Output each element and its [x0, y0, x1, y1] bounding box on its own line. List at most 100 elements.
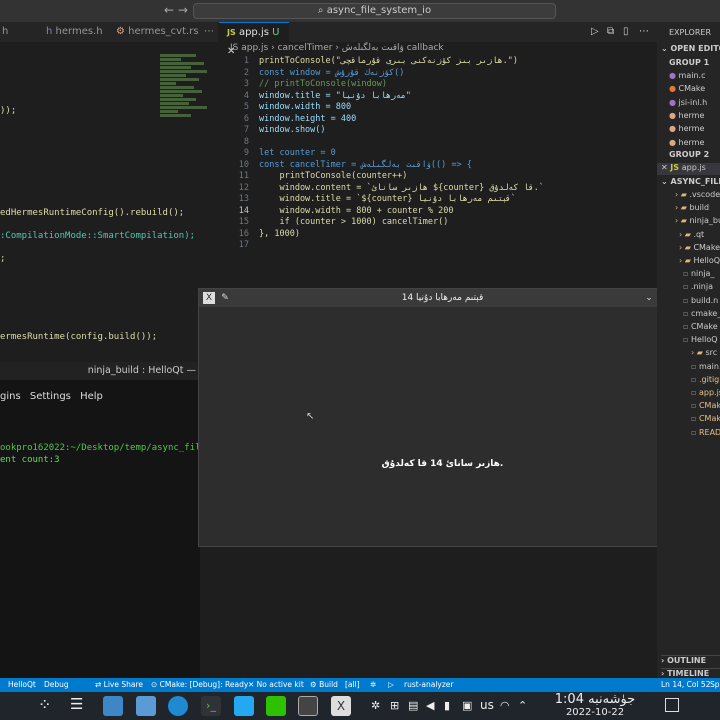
tree-file[interactable]: ▫ CMakeL — [691, 401, 720, 410]
code-line: window.content = `ھازىر سانائ ${counter}… — [259, 182, 545, 193]
tree-file[interactable]: ▫ READM — [691, 428, 720, 437]
clock-date: 2022-10-22 — [565, 707, 625, 718]
tree-file[interactable]: ▫ ninja_ — [683, 269, 714, 278]
menu-help[interactable]: Help — [80, 391, 103, 402]
menu-settings[interactable]: Settings — [30, 391, 71, 402]
terminal-icon[interactable]: ›_ — [201, 696, 221, 716]
tree-file[interactable]: ▫ cmake_ — [683, 309, 720, 318]
breadcrumb-file[interactable]: JS app.js — [230, 43, 268, 53]
line-number: 10 — [238, 159, 249, 170]
status-config[interactable]: Debug — [44, 680, 69, 689]
open-editor-item[interactable]: ● CMake — [669, 84, 705, 93]
battery-icon[interactable]: ▮ — [444, 699, 450, 712]
tree-folder[interactable]: › ▰ .vscode — [675, 190, 720, 199]
open-editor-item[interactable]: ● herme — [669, 111, 704, 120]
store-icon[interactable] — [136, 696, 156, 716]
file-icon: ● — [669, 97, 679, 107]
open-editor-app-js[interactable]: ✕ JS app.js — [657, 163, 720, 175]
project-header[interactable]: ⌄ ASYNC_FILE_SYS — [661, 177, 720, 186]
tree-folder[interactable]: › ▰ .qt — [679, 230, 704, 239]
run-icon[interactable]: ▷ — [388, 680, 394, 689]
tab-app-js[interactable]: JS app.js U ✕ — [219, 22, 289, 57]
file-icon: ● — [669, 110, 679, 120]
cursor-position[interactable]: Ln 14, Col 52 — [661, 680, 710, 689]
status-project[interactable]: HelloQt — [8, 680, 36, 689]
open-editor-item[interactable]: ● jsi-inl.h — [669, 98, 707, 107]
file-label: main.c — [678, 71, 706, 80]
tree-file[interactable]: ▫ main.c — [691, 362, 720, 371]
launcher-icon[interactable]: ⁘ — [38, 695, 51, 714]
wechat-icon[interactable] — [266, 696, 286, 716]
wifi-icon[interactable]: ◠ — [500, 699, 510, 712]
kit-status[interactable]: ✕ No active kit — [248, 680, 304, 689]
line-number: 2 — [243, 67, 249, 78]
tray-icon[interactable]: ▣ — [462, 699, 472, 712]
tree-folder[interactable]: › ▰ ninja_bu — [675, 216, 720, 225]
menu-plugins[interactable]: gins — [0, 391, 21, 402]
minimap[interactable] — [160, 54, 212, 324]
split-editor-icon[interactable]: ▯ — [623, 26, 629, 37]
folder-icon: › ▰ — [679, 256, 694, 265]
tree-folder[interactable]: › ▰ src — [691, 348, 717, 357]
build-button[interactable]: ⚙ Build — [310, 680, 338, 689]
breadcrumb-symbol[interactable]: cancelTimer — [278, 43, 333, 53]
cmake-status[interactable]: ⊙ CMake: [Debug]: Ready — [151, 680, 248, 689]
open-editor-item[interactable]: ● herme — [669, 124, 704, 133]
command-center-search[interactable]: ⌕ async_file_system_io — [193, 3, 556, 19]
monitor-icon[interactable] — [298, 696, 318, 716]
tree-file[interactable]: ▫ CMake — [683, 322, 718, 331]
tab-hermes-h[interactable]: h hermes.h — [40, 22, 109, 42]
outline-section[interactable]: › OUTLINE — [661, 655, 720, 665]
breadcrumb-callback[interactable]: ۋاقىت بەلگىلەش callback — [342, 43, 444, 53]
terminal-prompt: ookpro162022:~/Desktop/temp/async_file_s… — [0, 443, 228, 453]
compare-icon[interactable]: ⧉ — [607, 26, 614, 37]
minimize-icon[interactable]: ⌄ — [643, 292, 655, 304]
volume-icon[interactable]: ◀ — [426, 699, 434, 712]
terminal-output: ent count:3 — [0, 455, 60, 465]
tree-file[interactable]: ▫ .gitigno — [691, 375, 720, 384]
rust-analyzer-status[interactable]: rust-analyzer — [404, 680, 454, 689]
run-icon[interactable]: ▷ — [591, 26, 599, 37]
tree-file[interactable]: ▫ app.js — [691, 388, 720, 397]
live-share-button[interactable]: ⇄ Live Share — [95, 680, 143, 689]
open-editors-header[interactable]: ⌄ OPEN EDITORS — [661, 44, 720, 53]
vscode-icon[interactable] — [234, 696, 254, 716]
left-editor-group: h h hermes.h ⚙ hermes_cvt.rs ⋯ )); edHer… — [0, 22, 218, 362]
tree-file[interactable]: ▫ HelloQ — [683, 335, 718, 344]
tree-file[interactable]: ▫ .ninja — [683, 282, 713, 291]
tree-file[interactable]: ▫ CMakeL — [691, 414, 720, 423]
clock[interactable]: 1:04 جۈشەنبە 2022-10-22 — [540, 692, 650, 719]
qt-title-bar[interactable]: X ✎ 14 قېتىم مەرھابا دۇنيا ⌄ ⌃ ✕ — [199, 289, 686, 307]
terminal-menubar: gins Settings Help — [0, 388, 200, 406]
tree-folder[interactable]: › ▰ HelloQ — [679, 256, 720, 265]
indentation[interactable]: Sp — [710, 680, 720, 689]
keyboard-layout[interactable]: us — [480, 698, 494, 712]
code-line: window.width = 800 — [259, 102, 352, 112]
file-icon: ▫ — [691, 388, 699, 397]
clipboard-icon[interactable]: ▤ — [408, 699, 418, 712]
qt-window-content: ھازىر سانائ 14 قا كەلدۇق. — [381, 459, 504, 469]
open-editor-item[interactable]: ● main.c — [669, 71, 705, 80]
timeline-section[interactable]: › TIMELINE — [661, 668, 720, 678]
tree-folder[interactable]: › ▰ build — [675, 203, 709, 212]
tab-hermes-cvt[interactable]: ⚙ hermes_cvt.rs — [110, 22, 205, 42]
tree-folder[interactable]: › ▰ CMake — [679, 243, 720, 252]
debug-icon[interactable]: ✲ — [370, 680, 376, 689]
settings-icon[interactable]: ☰ — [70, 695, 83, 713]
qt-app-window[interactable]: X ✎ 14 قېتىم مەرھابا دۇنيا ⌄ ⌃ ✕ ↖ ھازىر… — [198, 288, 687, 547]
show-desktop-icon[interactable] — [665, 698, 679, 712]
back-forward-icon[interactable]: ← → — [164, 3, 188, 17]
file-manager-icon[interactable] — [103, 696, 123, 716]
build-target[interactable]: [all] — [345, 680, 360, 689]
x11-app-icon[interactable]: X — [331, 696, 351, 716]
tree-file[interactable]: ▫ build.n — [683, 296, 718, 305]
more-tabs-icon[interactable]: ⋯ — [198, 22, 220, 42]
chevron-up-icon[interactable]: ⌃ — [518, 699, 527, 712]
open-editor-item[interactable]: ● herme — [669, 138, 704, 147]
line-number: 14 — [238, 205, 249, 216]
network-icon[interactable]: ⊞ — [390, 699, 399, 712]
tab-h[interactable]: h — [0, 22, 14, 42]
browser-icon[interactable] — [168, 696, 188, 716]
bluetooth-icon[interactable]: ✲ — [371, 699, 380, 712]
more-actions-icon[interactable]: ⋯ — [639, 26, 649, 37]
